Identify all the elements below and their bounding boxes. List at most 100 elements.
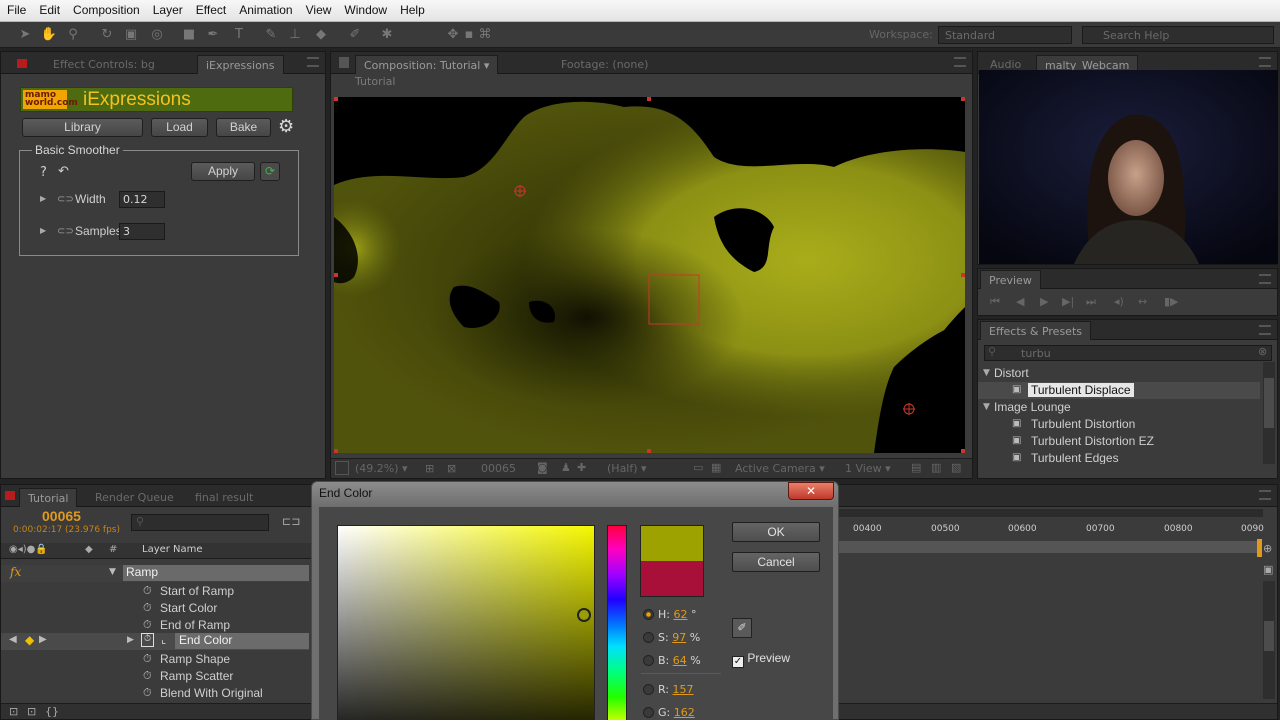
clone-stamp-tool-icon[interactable]: ⊥ [286, 26, 304, 44]
stopwatch-icon[interactable]: ⏱ [143, 652, 152, 666]
menu-animation[interactable]: Animation [232, 0, 298, 22]
tab-effects-presets[interactable]: Effects & Presets [980, 321, 1091, 340]
first-frame-icon[interactable]: ⏮ [990, 295, 1000, 309]
red-radio[interactable]: R: 157 [643, 683, 694, 696]
graph-editor-icon[interactable]: ⊕ [1263, 542, 1272, 555]
workspace-select[interactable]: Standard [938, 26, 1072, 44]
rectangle-tool-icon[interactable]: ■ [180, 26, 198, 44]
camera-snapshot-icon[interactable]: ◙ [537, 461, 548, 474]
green-value[interactable]: 162 [674, 706, 695, 719]
list-item[interactable]: ▣ Turbulent Distortion EZ [978, 433, 1260, 450]
preview-checkbox[interactable]: ✓ Preview [732, 651, 790, 668]
stopwatch-icon[interactable]: ⏱ [143, 584, 152, 598]
scrollbar[interactable] [1263, 581, 1275, 699]
green-radio[interactable]: G: 162 [643, 706, 695, 719]
cancel-button[interactable]: Cancel [732, 552, 820, 572]
stopwatch-icon[interactable]: ⏱ [143, 618, 152, 632]
expand-triangle-icon[interactable]: ▶ [40, 194, 46, 203]
snap-icon[interactable]: ▣ [1263, 563, 1273, 576]
previous-frame-icon[interactable]: ◀ [1016, 295, 1024, 308]
transparency-grid-icon[interactable]: ▦ [711, 461, 721, 474]
keyframe-icon[interactable]: ◆ [25, 633, 34, 647]
current-frame[interactable]: 00065 [481, 462, 516, 475]
table-row[interactable]: ⏱ Blend With Original [1, 685, 309, 702]
brightness-radio[interactable]: B: 64 % [643, 654, 701, 667]
saturation-value[interactable]: 97 [672, 631, 686, 644]
table-row-selected[interactable]: ◀ ◆ ▶ ▶ ⏱ ⌞ End Color [1, 633, 309, 650]
menu-composition[interactable]: Composition [66, 0, 146, 22]
zoom-tool-icon[interactable]: ⚲ [64, 26, 82, 44]
list-item[interactable]: ▣ Turbulent Displace [978, 382, 1260, 399]
last-frame-icon[interactable]: ⏭ [1086, 295, 1096, 309]
brightness-value[interactable]: 64 [673, 654, 687, 667]
audio-icon[interactable]: ◂) [1114, 295, 1124, 308]
toggle-in-out-icon[interactable]: {} [45, 705, 59, 718]
expand-triangle-icon[interactable]: ▼ [983, 402, 990, 412]
panel-menu-icon[interactable] [1259, 57, 1271, 67]
menu-window[interactable]: Window [337, 0, 393, 22]
table-row[interactable]: ⏱ Start Color [1, 600, 309, 617]
auto-apply-icon[interactable]: ⟳ [260, 162, 280, 181]
library-button[interactable]: Library [22, 118, 143, 137]
menu-help[interactable]: Help [393, 0, 431, 22]
hue-radio[interactable]: H: 62 ° [643, 608, 696, 621]
expand-triangle-icon[interactable]: ▼ [983, 368, 990, 378]
fx-icon[interactable]: fx [10, 565, 21, 579]
resolution-select[interactable]: (Half) ▾ [607, 462, 647, 475]
close-icon[interactable]: ✕ [788, 482, 834, 500]
toggle-modes-icon[interactable]: ⊡ [27, 705, 36, 718]
stopwatch-active-icon[interactable]: ⏱ [141, 633, 154, 647]
breadcrumb[interactable]: Tutorial [355, 75, 395, 88]
expand-triangle-icon[interactable]: ▶ [127, 635, 134, 645]
ok-button[interactable]: OK [732, 522, 820, 542]
search-help-input[interactable]: Search Help [1082, 26, 1274, 44]
tab-tutorial[interactable]: Tutorial [19, 488, 78, 507]
comp-mini-flowchart-icon[interactable]: ⊏⊐ [282, 515, 300, 528]
list-item[interactable]: ▣ Turbulent Edges [978, 450, 1260, 464]
panel-menu-icon[interactable] [954, 57, 966, 67]
load-button[interactable]: Load [151, 118, 208, 137]
stopwatch-icon[interactable]: ⏱ [143, 601, 152, 615]
show-channel-icon[interactable]: ♟ [561, 461, 571, 474]
saturation-radio[interactable]: S: 97 % [643, 631, 700, 644]
panel-menu-icon[interactable] [1259, 274, 1271, 284]
pen-tool-icon[interactable]: ✒ [204, 26, 222, 44]
apply-button[interactable]: Apply [191, 162, 255, 181]
flowchart-icon[interactable]: ▧ [951, 461, 961, 474]
work-area-bar[interactable] [839, 509, 1263, 517]
effect-name[interactable]: Ramp [123, 565, 309, 581]
puppet-pin-tool-icon[interactable]: ✱ [378, 26, 396, 44]
menu-edit[interactable]: Edit [32, 0, 66, 22]
layer-name-header[interactable]: Layer Name [142, 544, 203, 555]
scrollbar-thumb[interactable] [1264, 621, 1274, 651]
camera-tool-icon[interactable]: ▣ [122, 26, 140, 44]
menu-view[interactable]: View [299, 0, 338, 22]
tab-effect-controls[interactable]: Effect Controls: bg [45, 55, 163, 74]
lock-icon[interactable] [17, 59, 27, 68]
snapshot-icon[interactable]: ⊠ [447, 462, 456, 475]
pan-behind-tool-icon[interactable]: ◎ [148, 26, 166, 44]
reset-icon[interactable]: ↶ [58, 164, 69, 179]
category-distort[interactable]: Distort [994, 366, 1029, 380]
panel-menu-icon[interactable] [1259, 325, 1271, 335]
dialog-titlebar[interactable]: End Color ✕ [312, 482, 838, 506]
view-axis-icon[interactable]: ⌘ [476, 26, 494, 44]
tab-iexpressions[interactable]: iExpressions [197, 55, 284, 74]
views-select[interactable]: 1 View ▾ [845, 462, 891, 475]
table-row[interactable]: ⏱ End of Ramp [1, 617, 309, 634]
original-color-swatch[interactable] [641, 561, 703, 596]
close-tab-icon[interactable] [5, 491, 15, 500]
tab-render-queue[interactable]: Render Queue [87, 488, 182, 507]
roto-brush-tool-icon[interactable]: ✐ [346, 26, 364, 44]
selection-tool-icon[interactable]: ➤ [16, 26, 34, 44]
clear-search-icon[interactable]: ⊗ [1258, 345, 1267, 358]
always-preview-icon[interactable] [335, 461, 349, 475]
next-frame-icon[interactable]: ▶| [1062, 295, 1074, 308]
zoom-select[interactable]: (49.2%) ▾ [355, 462, 408, 475]
settings-gear-icon[interactable]: ⚙ [278, 116, 294, 137]
menu-effect[interactable]: Effect [189, 0, 232, 22]
samples-field[interactable]: 3 [119, 223, 165, 240]
eraser-tool-icon[interactable]: ◆ [312, 26, 330, 44]
current-time[interactable]: 00065 [42, 508, 81, 524]
previous-keyframe-icon[interactable]: ◀ [9, 634, 17, 645]
